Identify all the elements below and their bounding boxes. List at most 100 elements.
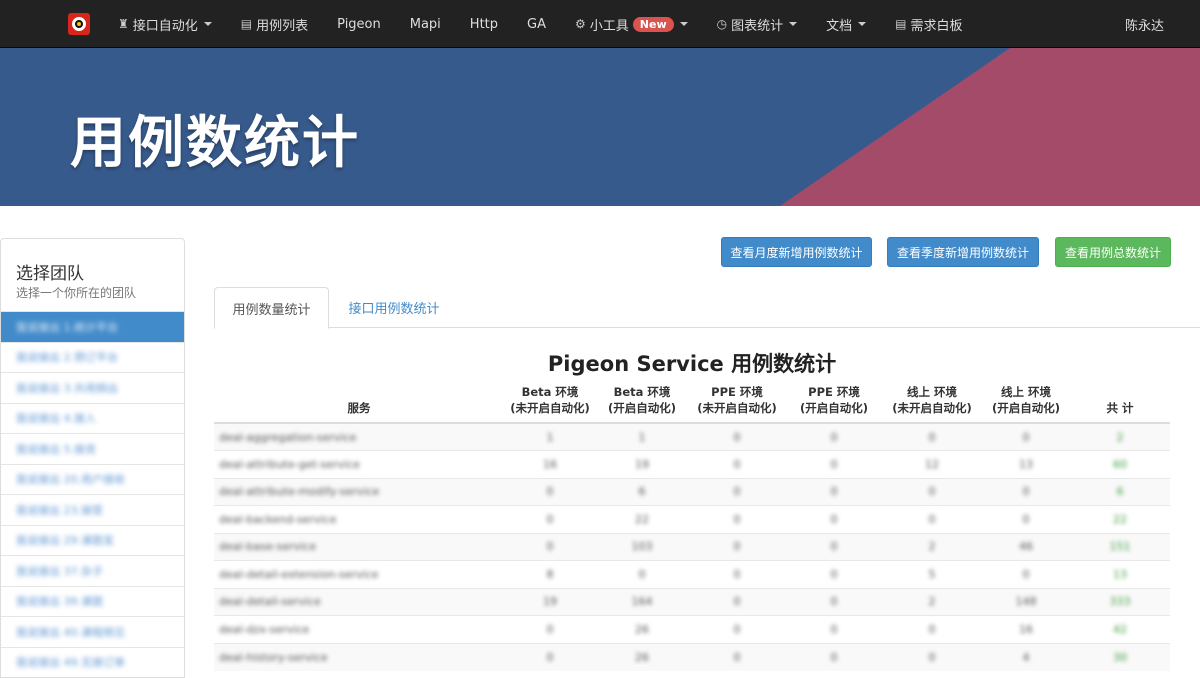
column-header[interactable]: 共 计 [1070,380,1170,424]
cell-value: 0 [733,622,741,636]
cell-value: 26 [635,650,649,664]
total-value: 60 [1113,457,1127,471]
total-value: 2 [1116,430,1124,444]
cell-value: 2 [928,540,936,554]
cell-value: 0 [928,622,936,636]
chevron-down-icon [203,22,212,26]
service-name[interactable]: deal-history-service [219,651,328,664]
cell-value: 0 [830,485,838,499]
tab-case-count[interactable]: 用例数量统计 [214,287,329,329]
cell-value: 0 [928,430,936,444]
cell-value: 2 [928,595,936,609]
sidebar-title: 选择团队 [16,264,84,284]
cell-value: 0 [830,457,838,471]
cell-value: 0 [733,485,741,499]
team-item[interactable]: 我说接出 4.接入 [1,402,184,434]
table-row: deal-detail-extension-service 8 0 0 0 5 0 13 [214,560,1170,588]
table-row: deal-base-service 0 103 0 0 2 46 151 [214,532,1170,561]
table-row: deal-attribute-modify-service 0 6 0 0 0 0 6 [214,477,1170,506]
nav-item-tools[interactable]: ⚙ 小工具 New [575,0,688,48]
cell-value: 26 [635,622,649,636]
nav-item-ga[interactable]: GA [527,0,546,48]
nav-item-api-automation[interactable]: ♜ 接口自动化 [118,0,212,48]
service-name[interactable]: deal-base-service [219,540,316,553]
cell-value: 19 [635,457,649,471]
team-item[interactable]: 我说接出 49.无接订单 [1,646,184,678]
clock-icon: ◷ [716,17,728,31]
monthly-stats-button[interactable]: 查看月度新增用例数统计 [721,237,872,267]
table-row: deal-attribute-get-service 16 19 0 0 12 13 60 [214,450,1170,478]
total-value: 13 [1113,567,1127,581]
team-item[interactable]: 我说接出 37.杂子 [1,555,184,586]
cell-value: 0 [928,512,936,526]
service-name[interactable]: deal-backend-service [219,513,336,526]
tab-api-case-count[interactable]: 接口用例数统计 [330,287,458,328]
team-item[interactable]: 我说接出 1.统计平台 [1,311,184,342]
nav-item-pigeon[interactable]: Pigeon [337,0,381,48]
service-name[interactable]: deal-attribute-modify-service [219,485,379,498]
cell-value: 22 [635,512,649,526]
table-row: deal-history-service 0 26 0 0 0 4 30 [214,642,1170,671]
sidebar-header: 选择团队 选择一个你所在的团队 [1,239,184,311]
cell-value: 0 [928,650,936,664]
service-name[interactable]: deal-detail-extension-service [219,568,378,581]
nav-item-docs[interactable]: 文档 [826,0,867,48]
team-item[interactable]: 我说接出 29.课题发 [1,524,184,556]
service-name[interactable]: deal-detail-service [219,595,321,608]
total-value: 151 [1109,540,1131,554]
column-header[interactable]: 服务 [214,380,504,424]
cell-value: 0 [830,512,838,526]
new-badge: New [632,16,674,32]
nav-item-http[interactable]: Http [470,0,498,48]
total-stats-button[interactable]: 查看用例总数统计 [1055,237,1171,267]
team-item[interactable]: 我说接出 23.接受 [1,494,184,525]
cell-value: 0 [1022,512,1030,526]
column-header[interactable]: 线上 环境 (未开启自动化) [882,380,982,424]
cell-value: 0 [546,540,554,554]
service-name[interactable]: deal-dzx-service [219,623,309,636]
cell-value: 5 [928,567,936,581]
column-header[interactable]: Beta 环境 (开启自动化) [596,380,688,424]
table-row: deal-backend-service 0 22 0 0 0 0 22 [214,505,1170,533]
nav-item-case-list[interactable]: ▤ 用例列表 [241,0,308,48]
cell-value: 46 [1019,540,1033,554]
total-value: 42 [1113,622,1127,636]
stats-tabs: 用例数量统计 接口用例数统计 [214,287,1200,329]
cell-value: 4 [1022,650,1030,664]
cell-value: 0 [733,512,741,526]
cell-value: 0 [638,567,646,581]
table-row: deal-detail-service 19 164 0 0 2 148 333 [214,587,1170,616]
column-header[interactable]: 线上 环境 (开启自动化) [982,380,1070,424]
nav-item-chart-stats[interactable]: ◷ 图表统计 [717,0,798,48]
case-stats-table: 服务 Beta 环境 (未开启自动化) Beta 环境 (开启自动化) PPE 环境… [214,380,1170,671]
cell-value: 6 [638,485,646,499]
total-value: 333 [1109,595,1131,609]
cell-value: 16 [1019,622,1033,636]
service-name[interactable]: deal-aggregation-service [219,431,356,444]
column-header[interactable]: PPE 环境 (开启自动化) [786,380,882,424]
service-name[interactable]: deal-attribute-get-service [219,458,360,471]
team-item[interactable]: 我说接出 39.课题 [1,585,184,617]
team-item[interactable]: 我说接出 5.接资 [1,433,184,464]
cell-value: 103 [631,540,653,554]
cell-value: 0 [830,567,838,581]
cell-value: 0 [1022,430,1030,444]
app-logo-icon[interactable] [68,13,90,35]
nav-item-mapi[interactable]: Mapi [410,0,441,48]
cell-value: 0 [733,650,741,664]
total-value: 30 [1113,650,1127,664]
cell-value: 0 [1022,567,1030,581]
table-header-row: 服务 Beta 环境 (未开启自动化) Beta 环境 (开启自动化) PPE 环境… [214,380,1170,424]
nav-item-requirements-board[interactable]: ▤ 需求白板 [895,0,962,48]
team-item[interactable]: 我说接出 20.用户接收 [1,463,184,495]
robot-icon: ♜ [118,17,129,31]
column-header[interactable]: Beta 环境 (未开启自动化) [504,380,596,424]
team-item[interactable]: 我说接出 3.共用频出 [1,372,184,403]
quarterly-stats-button[interactable]: 查看季度新增用例数统计 [887,237,1039,267]
cell-value: 1 [638,430,646,444]
column-header[interactable]: PPE 环境 (未开启自动化) [688,380,786,424]
team-item[interactable]: 我说接出 2.预订平台 [1,341,184,373]
team-item[interactable]: 我说接出 40.课程频见 [1,616,184,647]
user-menu[interactable]: 陈永达 [1125,0,1164,48]
cell-value: 148 [1015,595,1037,609]
